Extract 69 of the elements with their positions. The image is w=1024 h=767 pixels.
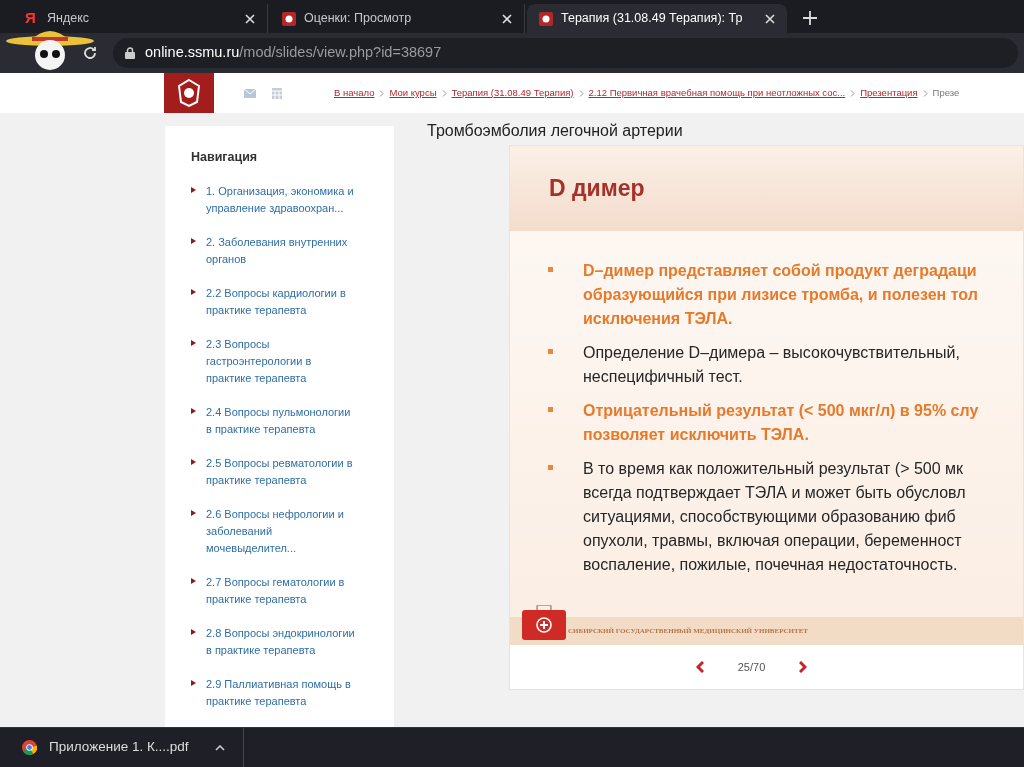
bullet-arrow-icon	[191, 679, 196, 686]
bullet-arrow-icon	[191, 237, 196, 244]
chevron-icon	[379, 89, 385, 97]
close-icon[interactable]	[502, 13, 512, 24]
breadcrumb-link[interactable]: Терапия (31.08.49 Терапия)	[451, 85, 574, 101]
slide-text-line: позволяет исключить ТЭЛА.	[583, 425, 810, 445]
bullet-arrow-icon	[191, 288, 196, 295]
breadcrumb-link[interactable]: 2.12 Первичная врачебная помощь при неотложных сос...	[588, 85, 846, 101]
navigation-link[interactable]: 2. Заболевания внутренних органов	[206, 233, 356, 268]
caret-up-icon[interactable]	[214, 744, 225, 751]
bullet-mark	[548, 465, 553, 470]
slide-text-line: воспаление, пожилые, почечная недостаточность.	[583, 555, 959, 575]
navigation-link[interactable]: 2.9 Паллиативная помощь в практике терапевта	[206, 675, 356, 710]
navigation-link[interactable]: 2.2 Вопросы кардиологии в практике терапевта	[206, 284, 356, 319]
browser-tab[interactable]: Терапия (31.08.49 Терапия): Тр	[527, 4, 787, 33]
bullet-arrow-icon	[191, 509, 196, 516]
navigation-link[interactable]: 2.8 Вопросы эндокринологии в практике терапевта	[206, 624, 356, 659]
chevron-icon	[441, 89, 447, 97]
slide-text-line: исключения ТЭЛА.	[583, 309, 734, 329]
crest-icon	[282, 11, 296, 26]
breadcrumb-link[interactable]: В начало	[334, 85, 375, 101]
chrome-icon	[22, 740, 37, 755]
chevron-icon	[850, 89, 856, 97]
next-slide-button[interactable]	[799, 661, 808, 673]
close-icon[interactable]	[245, 13, 255, 24]
previous-slide-button[interactable]	[695, 661, 704, 673]
slide-text-line: образующийся при лизисе тромба, и полезен тол	[583, 285, 978, 305]
bullet-arrow-icon	[191, 407, 196, 414]
breadcrumb-text: Презе	[932, 85, 960, 100]
reload-icon[interactable]	[82, 45, 98, 61]
navigation-link[interactable]: 2.7 Вопросы гематологии в практике терапевта	[206, 573, 356, 608]
navigation-link[interactable]: 1. Организация, экономика и управление здравоохран...	[206, 182, 356, 217]
chevron-icon	[922, 89, 928, 97]
bullet-arrow-icon	[191, 339, 196, 346]
slide-text-line: В то время как положительный результат (> 500 мк	[583, 459, 965, 479]
lock-icon	[125, 47, 135, 59]
panel-title: Навигация	[191, 149, 259, 166]
navigation-link[interactable]: 2.3 Вопросы гастроэнтерологии в практике терапевта	[206, 335, 356, 387]
slide-title: D димер	[549, 174, 645, 204]
bullet-mark	[548, 349, 553, 354]
slide-text-line: D–димер представляет собой продукт деградаци	[583, 261, 978, 281]
slide-text-line: Определение D–димера – высокочувствительный,	[583, 343, 960, 363]
navigation-link[interactable]: 2.5 Вопросы ревматологии в практике терапевта	[206, 454, 356, 489]
navigation-link[interactable]: 2.4 Вопросы пульмонологии в практике терапевта	[206, 403, 356, 438]
bullet-arrow-icon	[191, 186, 196, 193]
url-text: online.ssmu.ru/mod/slides/view.php?id=38697	[145, 43, 442, 63]
chevron-icon	[578, 89, 584, 97]
slide-text-line: неспецифичный тест.	[583, 367, 744, 387]
yandex-icon: Я	[25, 7, 39, 30]
breadcrumb-link[interactable]: Мои курсы	[389, 85, 437, 101]
new-tab-icon[interactable]	[803, 11, 817, 25]
slide-text-line: всегда подтверждает ТЭЛА и может быть обусловл	[583, 483, 966, 503]
university-logo[interactable]	[164, 73, 214, 113]
navigation-link[interactable]: 2.6 Вопросы нефрологии и заболеваний мочевыделител...	[206, 505, 356, 557]
slide-counter: 25/70	[737, 659, 766, 675]
bullet-arrow-icon	[191, 458, 196, 465]
bullet-mark	[548, 267, 553, 272]
close-icon[interactable]	[765, 13, 775, 24]
breadcrumb-link[interactable]: Презентация	[860, 85, 918, 101]
bullet-arrow-icon	[191, 628, 196, 635]
bullet-arrow-icon	[191, 577, 196, 584]
slide-text-line: ситуациями, способствующими образованию фиб	[583, 507, 957, 527]
bullet-mark	[548, 407, 553, 412]
slide-text-line: опухоли, травмы, включая операции, беременност	[583, 531, 963, 551]
first-aid-kit-icon	[522, 605, 566, 641]
page-title: Тромбоэмболия легочной артерии	[427, 121, 684, 141]
slide-text-line: Отрицательный результат (< 500 мкг/л) в 95% слу	[583, 401, 979, 421]
address-bar[interactable]: online.ssmu.ru/mod/slides/view.php?id=38697	[113, 38, 1018, 68]
crest-icon	[539, 11, 553, 26]
